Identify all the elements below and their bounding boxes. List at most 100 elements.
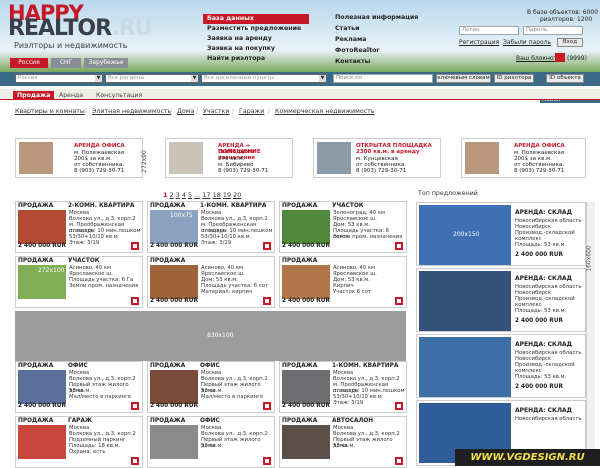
listing-photo[interactable]: 100x75	[150, 210, 198, 244]
id-object-button[interactable]: ID объекта	[546, 74, 584, 83]
menu-find-realtor[interactable]: Найти риэлтора	[203, 54, 309, 64]
page-link[interactable]: 5	[188, 191, 192, 199]
listing-photo[interactable]	[18, 425, 66, 459]
listing-card[interactable]: ПРОДАЖА ГАРАЖ Москва Волкова ул., д.3, корп…	[15, 416, 143, 468]
listing-photo[interactable]	[150, 370, 198, 404]
listing-type: ОФИС	[200, 418, 220, 424]
scrollbar[interactable]	[586, 202, 595, 466]
top-offer-card[interactable]: АРЕНДА: СКЛАД Новосибирская область Новоси…	[416, 268, 586, 332]
ad-card[interactable]: АРЕНДА + ПОМЕЩЕНИЕ свободного назначения…	[165, 138, 293, 178]
page-link[interactable]: 4	[182, 191, 186, 199]
listing-photo[interactable]	[282, 265, 330, 299]
ad-card[interactable]: АРЕНДА ОФИСА м. Полежаевская 200$ за кв.…	[461, 138, 586, 178]
top-offer-photo[interactable]	[419, 337, 511, 397]
country-select[interactable]: Россия ▼	[15, 74, 103, 83]
register-link[interactable]: Регистрация	[459, 39, 499, 46]
listing-type: 1-КОМН. КВАРТИРА	[200, 203, 267, 209]
menu-ads[interactable]: Реклама	[335, 36, 366, 43]
page-link[interactable]: 19	[223, 191, 231, 199]
ad-card[interactable]: ОТКРЫТАЯ ПЛОЩАДКА 2300 кв.м. в аренду м.…	[313, 138, 441, 178]
page-link[interactable]: 3	[176, 191, 180, 199]
top-offer-card[interactable]: АРЕНДА: СКЛАД Новосибирская область Новоси…	[416, 334, 586, 398]
listing-card[interactable]: ПРОДАЖА УЧАСТОК Зеленоград, 40 км Ярославск…	[279, 201, 407, 253]
listing-card[interactable]: ПРОДАЖА УЧАСТОК 272x100 Асиново, 40 км Яросл…	[15, 256, 143, 308]
listing-card[interactable]: ПРОДАЖА Асиново, 40 км Ярославское ш. Дом: …	[279, 256, 407, 308]
realtor-icon[interactable]	[263, 457, 271, 465]
listing-card[interactable]: ПРОДАЖА Асиново, 40 км Ярославское ш. Дом: …	[147, 256, 275, 308]
listing-card[interactable]: ПРОДАЖА 2-КОМН. КВАРТИРА Москва Волкова ул.…	[15, 201, 143, 253]
id-realtor-button[interactable]: ID риэлтора	[494, 74, 534, 83]
menu-post-offer[interactable]: Разместить предложение	[203, 24, 309, 34]
cat-flats[interactable]: Квартиры и комнаты	[15, 108, 85, 115]
listing-card[interactable]: ПРОДАЖА ОФИС Москва Волкова ул., д.3, корп.…	[15, 361, 143, 413]
page-link[interactable]: 17	[202, 191, 210, 199]
realtor-icon[interactable]	[263, 242, 271, 250]
realtor-icon[interactable]	[131, 242, 139, 250]
menu-database[interactable]: База данных недвижимости	[203, 14, 309, 32]
region-tab-russia[interactable]: Россия	[10, 58, 48, 68]
menu-useful-info[interactable]: Полезная информация	[335, 14, 418, 21]
realtor-icon[interactable]	[131, 457, 139, 465]
top-offer-photo[interactable]	[419, 271, 511, 331]
top-offer-detail: Новосибирская область	[515, 416, 582, 422]
tab-consult[interactable]: Консультация	[92, 91, 146, 100]
listing-card[interactable]: ПРОДАЖА 1-КОМН. КВАРТИРА Москва Волкова ул.…	[279, 361, 407, 413]
menu-articles[interactable]: Статьи	[335, 25, 360, 32]
realtor-icon[interactable]	[131, 297, 139, 305]
keywords-button[interactable]: ключевым словам	[436, 74, 491, 83]
banner[interactable]: 830x100	[15, 311, 406, 361]
listing-card[interactable]: ПРОДАЖА АВТОСАЛОН Москва Волкова ул., д.3, …	[279, 416, 407, 468]
tab-rent[interactable]: Аренда	[55, 91, 87, 100]
top-offer-card[interactable]: 200x150 АРЕНДА: СКЛАД Новосибирская област…	[416, 202, 586, 266]
region-tab-abroad[interactable]: Зарубежье	[84, 58, 128, 68]
realtor-icon[interactable]	[131, 402, 139, 410]
page-link[interactable]: 2	[170, 191, 174, 199]
page-link[interactable]: 18	[213, 191, 221, 199]
menu-contacts[interactable]: Контакты	[335, 58, 370, 65]
logo-realtor[interactable]: REALTOR.RU	[8, 17, 153, 41]
realtor-icon[interactable]	[263, 297, 271, 305]
enter-button[interactable]: Вход	[557, 38, 583, 47]
cat-elite[interactable]: Элитная недвижимость	[92, 108, 171, 115]
page-link[interactable]: 1	[163, 191, 168, 199]
cat-commercial[interactable]: Коммерческая недвижимость	[275, 108, 375, 115]
ad-card[interactable]: АРЕНДА ОФИСА м. Полежаевская 200$ за кв.…	[15, 138, 143, 178]
password-input[interactable]: Пароль	[523, 26, 583, 35]
separator: /	[85, 108, 88, 115]
listing-photo[interactable]	[18, 370, 66, 404]
listing-card[interactable]: ПРОДАЖА ОФИС Москва Волкова ул., д.3, корп.…	[147, 416, 275, 468]
listing-photo[interactable]	[282, 210, 330, 244]
forgot-link[interactable]: Забыли пароль	[503, 39, 551, 46]
realtor-icon[interactable]	[263, 402, 271, 410]
city-select[interactable]: Все населенные пункты ▼	[201, 74, 327, 83]
listing-photo[interactable]: 272x100	[18, 265, 66, 299]
listing-detail: Земли пром. назначения	[69, 283, 139, 289]
realtor-icon[interactable]	[395, 402, 403, 410]
listing-photo[interactable]	[150, 265, 198, 299]
realtor-icon[interactable]	[395, 457, 403, 465]
tab-sale[interactable]: Продажа	[13, 91, 55, 100]
top-offer-photo[interactable]: 200x150	[419, 205, 511, 265]
notebook-icon[interactable]	[555, 53, 565, 62]
ad-line: 8 (903) 729-30-71	[356, 168, 407, 174]
cat-plots[interactable]: Участки	[203, 108, 229, 115]
page-link[interactable]: 20	[233, 191, 241, 199]
realtor-icon[interactable]	[395, 242, 403, 250]
menu-fotorealtor[interactable]: ФотоRealtor	[335, 47, 380, 54]
menu-buy-request[interactable]: Заявка на покупку	[203, 44, 309, 54]
cat-garages[interactable]: Гаражи	[239, 108, 264, 115]
listing-card[interactable]: ПРОДАЖА ОФИС Москва Волкова ул., д.3, корп.…	[147, 361, 275, 413]
realtor-icon[interactable]	[395, 297, 403, 305]
listing-photo[interactable]	[18, 210, 66, 244]
listing-card[interactable]: ПРОДАЖА 1-КОМН. КВАРТИРА 100x75 Москва Волко…	[147, 201, 275, 253]
region-select[interactable]: Все регионы ▼	[105, 74, 199, 83]
menu-rent-request[interactable]: Заявка на аренду	[203, 34, 309, 44]
login-input[interactable]: Логин	[459, 26, 519, 35]
listing-photo[interactable]	[282, 425, 330, 459]
listing-photo[interactable]	[150, 425, 198, 459]
search-input[interactable]: Поиск по	[333, 74, 433, 83]
notebook-link[interactable]: Ваш блокнот	[516, 55, 557, 62]
cat-houses[interactable]: Дома	[177, 108, 194, 115]
listing-photo[interactable]	[282, 370, 330, 404]
region-tab-cis[interactable]: СНГ	[51, 58, 81, 68]
